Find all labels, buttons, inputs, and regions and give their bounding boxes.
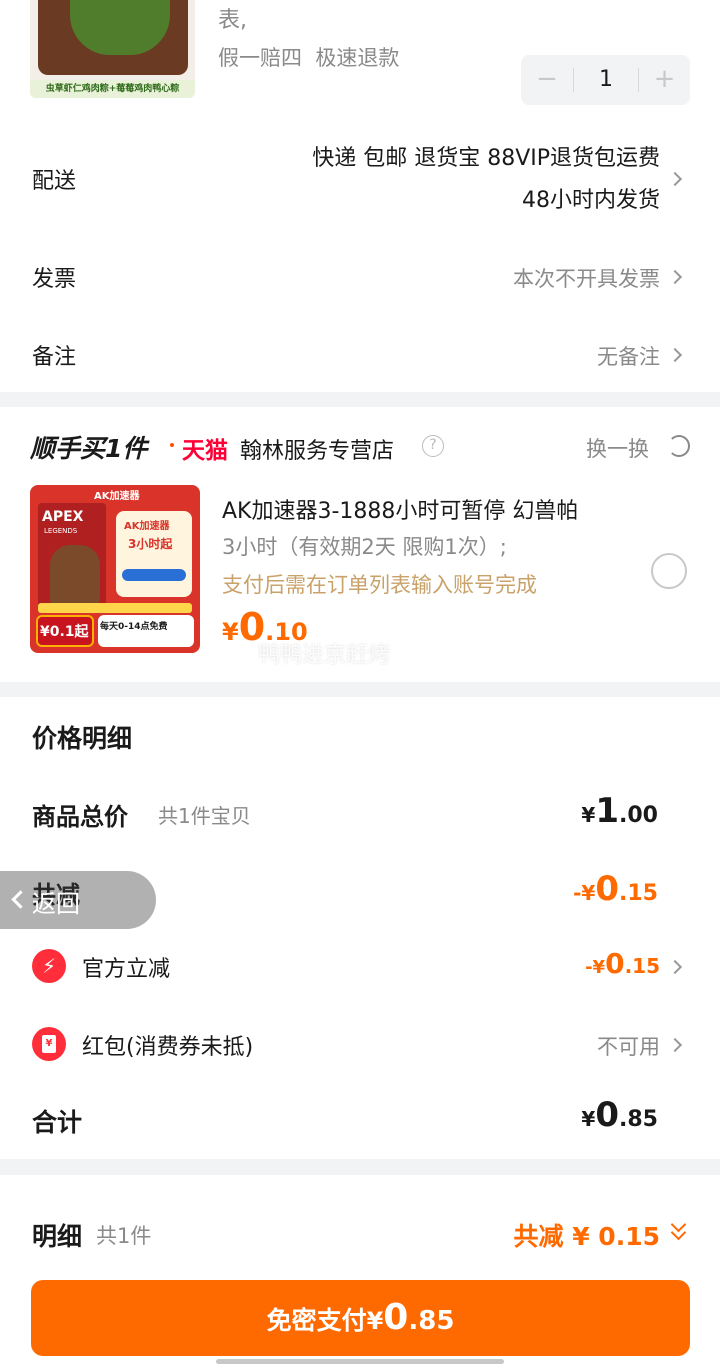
quantity-value[interactable]: 1	[574, 55, 638, 105]
red-packet-icon: ¥	[32, 1027, 66, 1061]
invoice-row[interactable]: 发票 本次不开具发票	[0, 255, 720, 301]
delivery-label: 配送	[32, 169, 77, 194]
shunshou-brand: 顺手买1件	[30, 434, 148, 463]
back-button[interactable]: 返回	[0, 871, 156, 929]
total-price: ¥1.00	[581, 791, 658, 831]
redpacket-label: 红包(消费券未抵)	[82, 1035, 254, 1060]
delivery-line2: 48小时内发货	[522, 188, 660, 213]
add-on-radio[interactable]	[651, 553, 687, 589]
sum-sym: ¥	[581, 1107, 596, 1131]
official-sym: -¥	[585, 957, 606, 978]
remark-value: 无备注	[597, 345, 660, 369]
sum-label: 合计	[32, 1108, 83, 1137]
official-label: 官方立减	[82, 957, 171, 982]
thumb-hours: 3小时起	[128, 537, 173, 551]
chevron-left-icon	[11, 890, 30, 909]
refresh-label[interactable]: 换一换	[586, 433, 649, 463]
invoice-label: 发票	[32, 267, 77, 292]
quantity-stepper: − 1 +	[521, 55, 690, 105]
refresh-icon[interactable]	[668, 435, 690, 457]
footer-label: 明细	[32, 1222, 83, 1251]
invoice-value: 本次不开具发票	[513, 267, 660, 291]
reduce-dec: .15	[619, 881, 658, 906]
chevron-right-icon	[667, 171, 683, 187]
price-detail-title: 价格明细	[32, 724, 133, 753]
total-label: 商品总价	[32, 803, 128, 831]
promo-title[interactable]: AK加速器3-1888小时可暂停 幻兽帕	[222, 493, 578, 525]
delivery-row[interactable]: 配送 快递 包邮 退货宝 88VIP退货包运费 48小时内发货	[0, 130, 720, 230]
thumb-legends: LEGENDS	[44, 527, 78, 535]
total-count: 共1件宝贝	[158, 804, 251, 828]
chevron-right-icon	[667, 269, 683, 285]
footer-bar: 明细 共1件 共减 ¥ 0.15 免密支付¥0.85	[0, 1175, 720, 1367]
thumb-logo: AK加速器	[94, 491, 140, 502]
pay-button[interactable]: 免密支付¥0.85	[31, 1280, 690, 1356]
promo-sub2: 支付后需在订单列表输入账号完成	[222, 573, 537, 597]
plus-button[interactable]: +	[639, 55, 690, 105]
official-int: 0	[605, 947, 625, 980]
product-tags: 表,	[218, 8, 247, 33]
sum-int: 0	[595, 1095, 620, 1135]
promo-price-symbol: ¥	[222, 618, 239, 646]
thumb-apex: APEX	[42, 509, 84, 525]
add-on-card: 顺手买1件 天猫 翰林服务专营店 ? 换一换 AK加速器 APEX LEGEND…	[0, 407, 720, 682]
tmall-label: 天猫	[182, 438, 228, 464]
chevron-double-down-icon[interactable]	[670, 1216, 688, 1243]
back-label: 返回	[32, 890, 80, 918]
pay-dec: .85	[408, 1306, 455, 1336]
product-thumbnail[interactable]: 虫草虾仁鸡肉粽+莓莓鸡肉鸭心粽	[30, 0, 195, 98]
total-sym: ¥	[581, 803, 596, 827]
redpacket-value: 不可用	[597, 1035, 660, 1059]
reduce-sym: -¥	[573, 881, 596, 905]
service-tags: 假一赔四 极速退款	[218, 46, 400, 70]
pay-int: 0	[383, 1297, 409, 1338]
total-dec: .00	[619, 803, 658, 828]
thumb-daily: 每天0-14点免费	[100, 622, 168, 632]
official-dec: .15	[624, 954, 660, 978]
minus-button[interactable]: −	[521, 55, 573, 105]
remark-label: 备注	[32, 345, 77, 370]
sum-price: ¥0.85	[581, 1095, 658, 1135]
help-icon[interactable]: ?	[422, 435, 444, 457]
total-int: 1	[595, 791, 620, 831]
thumb-price: ¥0.1起	[40, 624, 89, 640]
footer-count: 共1件	[96, 1224, 152, 1248]
chevron-right-icon	[667, 959, 683, 975]
promo-thumbnail[interactable]: AK加速器 APEX LEGENDS AK加速器 3小时起 ¥0.1起 每天0-…	[30, 485, 200, 653]
lightning-icon: ⚡	[32, 949, 66, 983]
chevron-right-icon	[667, 347, 683, 363]
delivery-line1: 快递 包邮 退货宝 88VIP退货包运费	[312, 146, 660, 171]
store-name: 翰林服务专营店	[240, 439, 395, 464]
promo-sub1: 3小时（有效期2天 限购1次）;	[222, 535, 507, 559]
pay-prefix: 免密支付	[266, 1306, 367, 1335]
reduce-int: 0	[595, 869, 620, 909]
product-card: 虫草虾仁鸡肉粽+莓莓鸡肉鸭心粽 表, 假一赔四 极速退款 − 1 + 配送 快递…	[0, 0, 720, 392]
sum-dec: .85	[619, 1107, 658, 1132]
thumb-name: AK加速器	[124, 521, 170, 532]
redpacket-row[interactable]: ¥ 红包(消费券未抵) 不可用	[0, 1023, 720, 1067]
official-price: -¥0.15	[585, 947, 660, 980]
pay-sym: ¥	[366, 1307, 384, 1335]
overlay-watermark: 鸭鸭进京赶烤	[258, 643, 391, 668]
reduce-price: -¥0.15	[573, 869, 658, 909]
home-indicator	[216, 1359, 504, 1364]
official-reduce-row[interactable]: ⚡ 官方立减 -¥0.15	[0, 945, 720, 989]
remark-row[interactable]: 备注 无备注	[0, 333, 720, 379]
thumb-caption: 虫草虾仁鸡肉粽+莓莓鸡肉鸭心粽	[30, 80, 195, 98]
chevron-right-icon	[667, 1037, 683, 1053]
footer-reduce[interactable]: 共减 ¥ 0.15	[514, 1217, 661, 1253]
